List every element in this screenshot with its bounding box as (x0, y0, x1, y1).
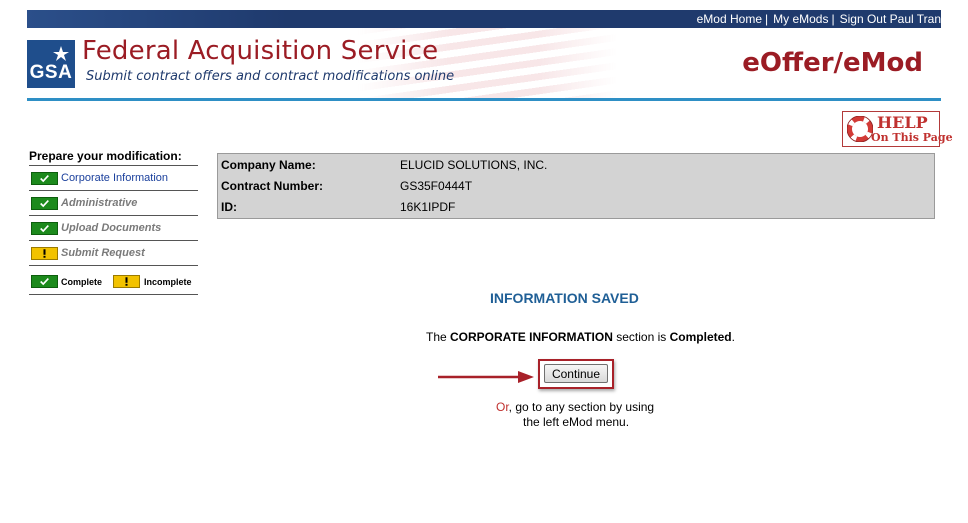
legend-complete-label: Complete (61, 277, 103, 287)
top-nav-gradient (27, 10, 287, 28)
status-message: The CORPORATE INFORMATION section is Com… (426, 330, 735, 344)
top-nav-links: eMod Home | My eMods | Sign Out Paul Tran (697, 12, 941, 26)
star-icon (53, 46, 69, 61)
sidebar-title: Prepare your modification: (29, 149, 182, 163)
or-text: Or (496, 400, 509, 414)
alternate-instructions: Or, go to any section by using (496, 400, 654, 414)
sidebar-item-label: Submit Request (61, 247, 145, 259)
exclamation-icon (113, 275, 140, 288)
nav-separator: | (765, 12, 769, 26)
sidebar-divider (29, 265, 198, 266)
top-nav-bar: eMod Home | My eMods | Sign Out Paul Tran (27, 10, 941, 28)
exclamation-icon (31, 247, 58, 260)
page-title: INFORMATION SAVED (490, 290, 639, 306)
arrow-right-icon (438, 371, 534, 383)
header-divider (27, 98, 941, 101)
id-label: ID: (221, 200, 237, 214)
status-legend: Complete Incomplete (29, 271, 198, 293)
life-ring-icon (847, 116, 873, 142)
sidebar-item-administrative[interactable]: Administrative (29, 193, 198, 217)
emod-home-link[interactable]: eMod Home (697, 12, 762, 26)
status-message-status: Completed (669, 330, 732, 344)
help-button[interactable]: HELP On This Page (842, 111, 953, 147)
gsa-logo-text: GSA (29, 62, 73, 83)
status-message-suffix: . (731, 330, 735, 344)
my-emods-link[interactable]: My eMods (773, 12, 828, 26)
check-icon (31, 275, 58, 288)
sidebar-item-label: Corporate Information (61, 172, 168, 184)
sidebar-item-label: Upload Documents (61, 222, 162, 234)
alternate-instructions-text: , go to any section by using (508, 400, 655, 414)
site-subtitle: Submit contract offers and contract modi… (86, 69, 455, 84)
contract-number-label: Contract Number: (221, 179, 324, 193)
status-message-middle: section is (612, 330, 670, 344)
company-info-panel: Company Name: ELUCID SOLUTIONS, INC. Con… (217, 153, 935, 219)
sidebar-item-upload-documents[interactable]: Upload Documents (29, 218, 198, 242)
sidebar-divider (29, 215, 198, 216)
alternate-instructions-line2: the left eMod menu. (523, 415, 630, 429)
company-name-value: ELUCID SOLUTIONS, INC. (400, 158, 548, 172)
sidebar-item-label: Administrative (61, 197, 138, 209)
check-icon (31, 222, 58, 235)
sidebar-item-corporate-information[interactable]: Corporate Information (29, 168, 198, 192)
status-message-prefix: The (426, 330, 451, 344)
sign-out-link[interactable]: Sign Out Paul Tran (840, 12, 941, 26)
check-icon (31, 172, 58, 185)
site-title: Federal Acquisition Service (82, 36, 439, 66)
sidebar-divider (29, 190, 198, 191)
sidebar-divider (29, 294, 198, 295)
status-message-section: CORPORATE INFORMATION (450, 330, 613, 344)
id-value: 16K1IPDF (400, 200, 456, 214)
legend-incomplete-label: Incomplete (144, 277, 192, 287)
sidebar-item-submit-request[interactable]: Submit Request (29, 243, 198, 267)
company-name-label: Company Name: (221, 158, 316, 172)
help-label: HELP (877, 113, 928, 132)
continue-button[interactable]: Continue (544, 364, 608, 383)
contract-number-value: GS35F0444T (400, 179, 473, 193)
help-sublabel: On This Page (871, 131, 953, 144)
site-header: GSA Federal Acquisition Service Submit c… (27, 28, 941, 98)
sidebar-divider (29, 240, 198, 241)
nav-separator: | (831, 12, 835, 26)
check-icon (31, 197, 58, 210)
sidebar-divider (29, 165, 198, 166)
app-title: eOffer/eMod (742, 48, 923, 78)
gsa-logo: GSA (27, 40, 75, 88)
